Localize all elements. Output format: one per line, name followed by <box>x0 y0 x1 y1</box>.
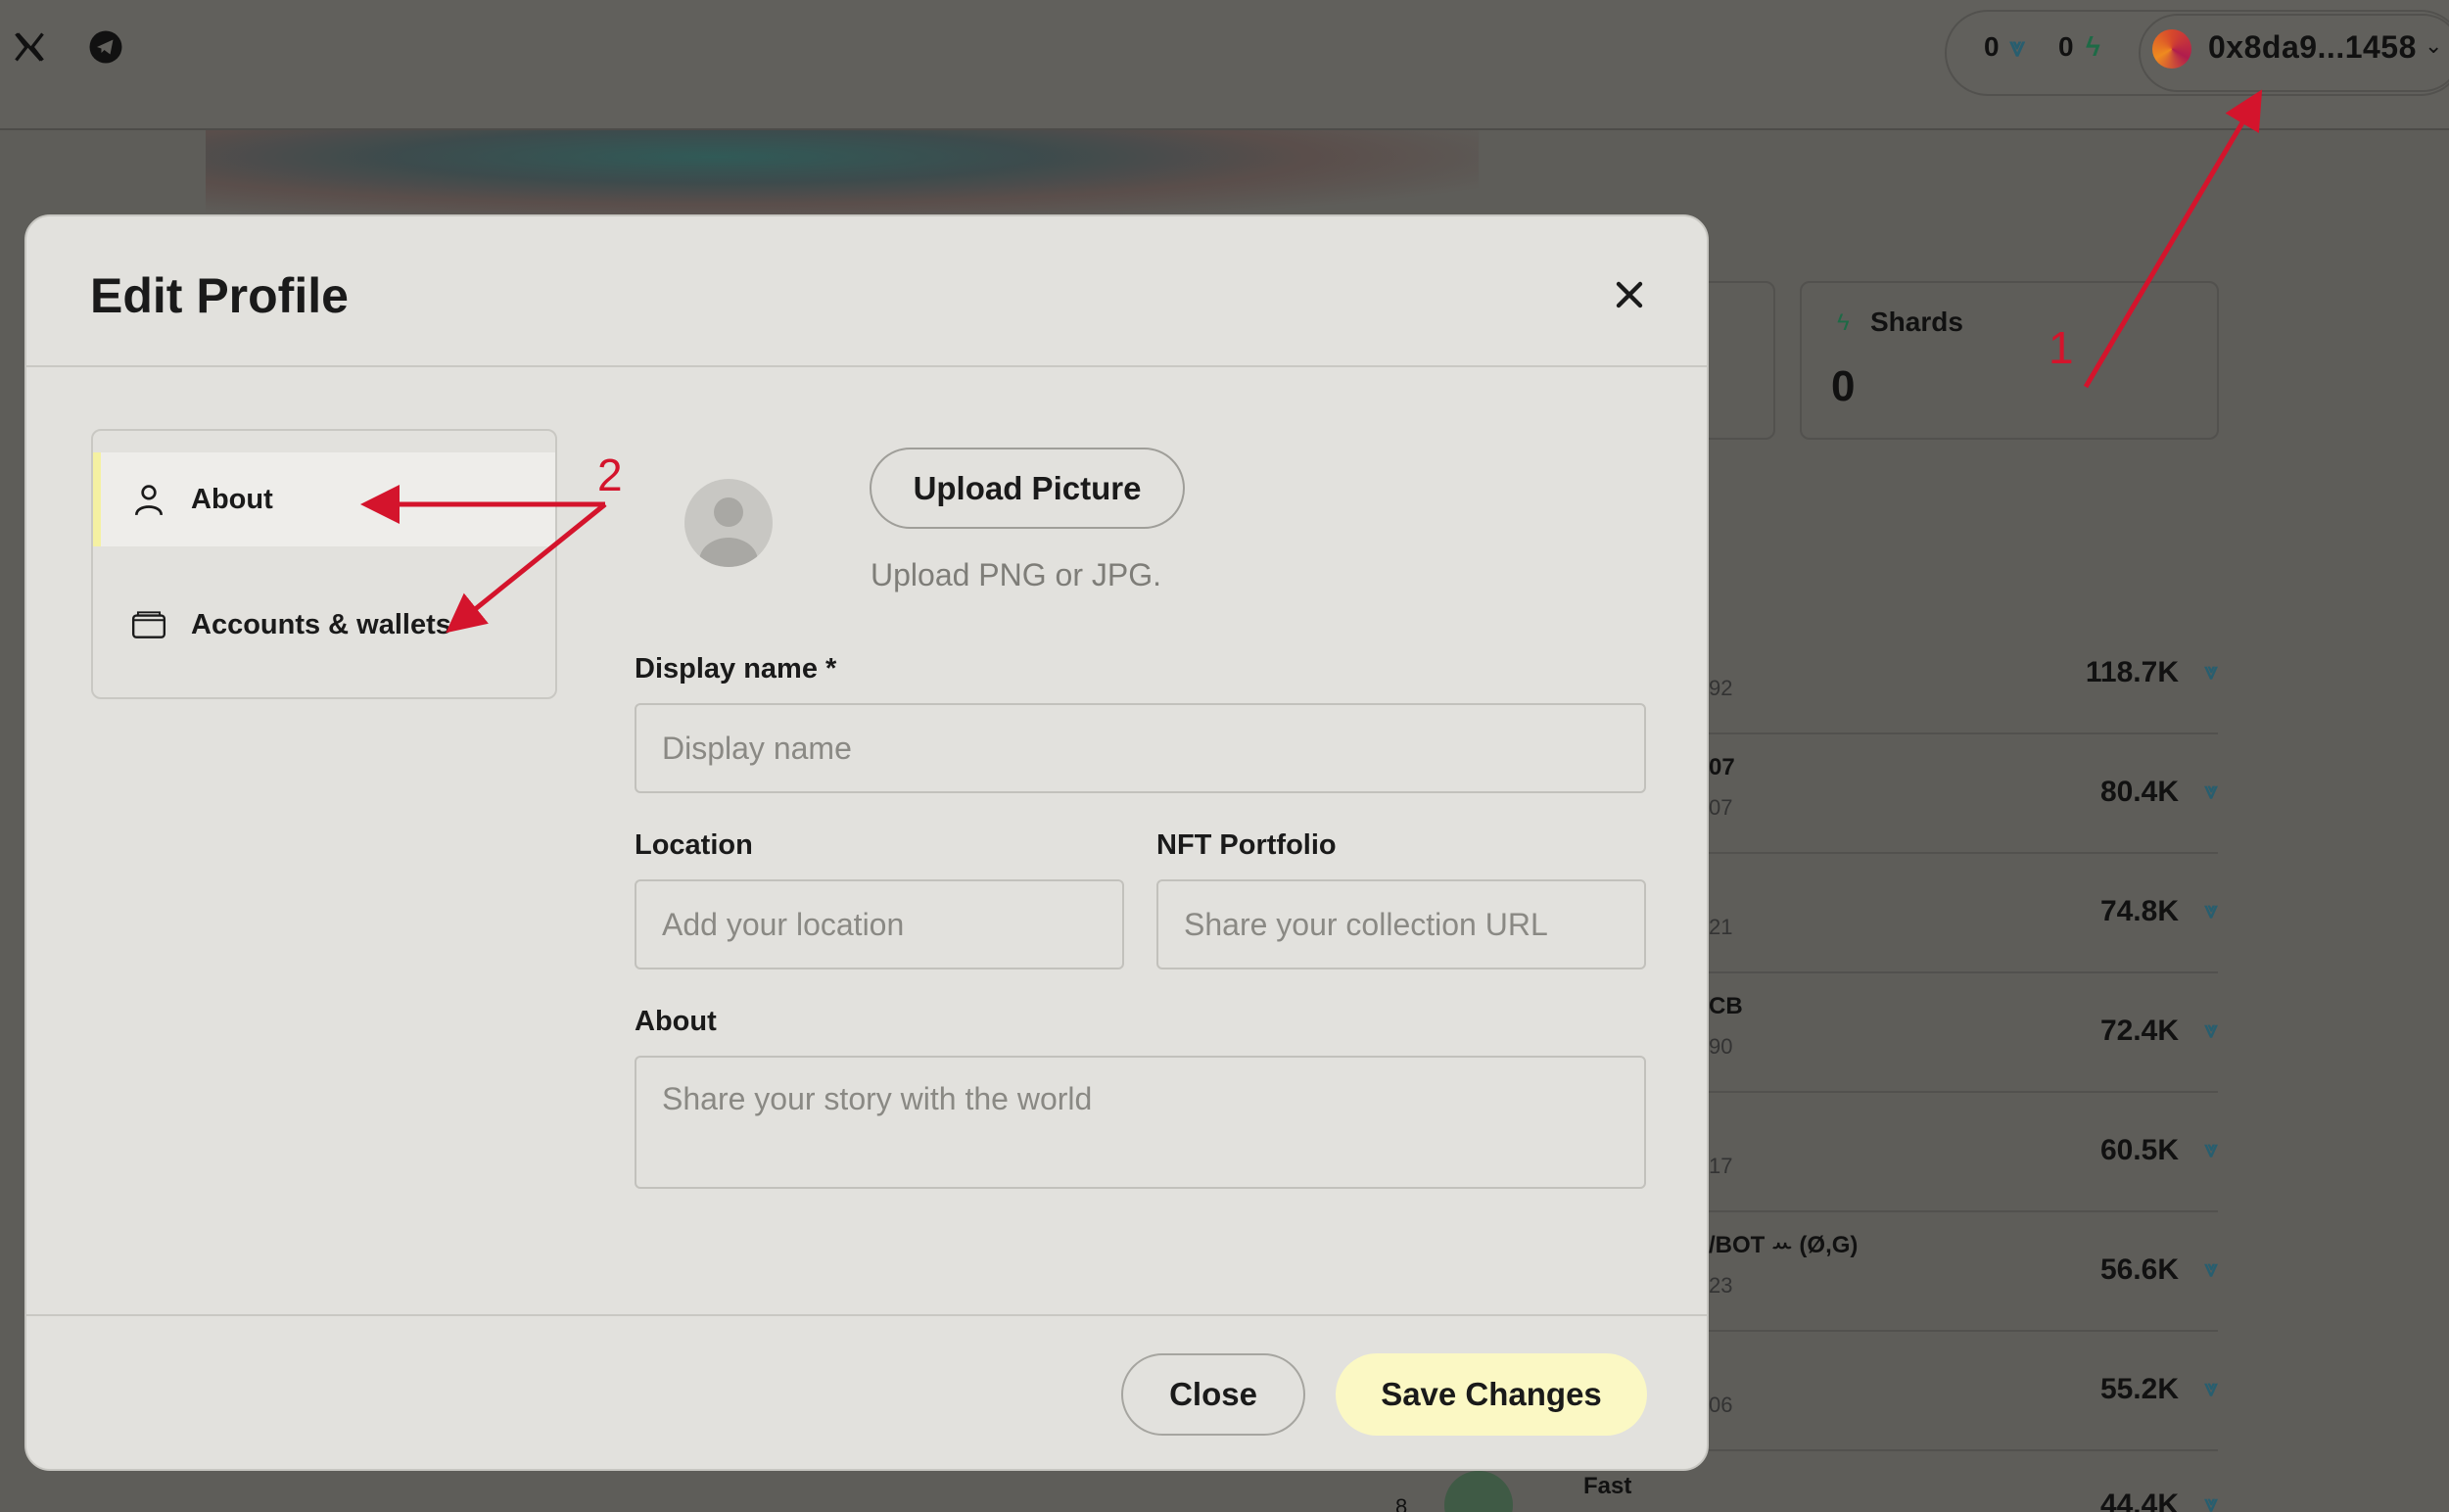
close-button[interactable]: Close <box>1121 1353 1305 1436</box>
token-icon: ⩔ <box>2204 1255 2218 1282</box>
upload-picture-button[interactable]: Upload Picture <box>870 448 1185 529</box>
row-value: 74.8K <box>2099 895 2179 927</box>
wallet-address: 0x8da9...1458 <box>2208 29 2417 65</box>
about-label: About <box>635 1006 717 1037</box>
display-name-label: Display name * <box>635 653 837 685</box>
leaderboard-row[interactable]: 06 55.2K ⩔ <box>1709 1332 2218 1451</box>
save-changes-button[interactable]: Save Changes <box>1336 1353 1647 1436</box>
wallet-avatar <box>2152 29 2191 69</box>
leaderboard-row[interactable]: 07 07 80.4K ⩔ <box>1709 734 2218 854</box>
close-icon[interactable] <box>1608 273 1651 316</box>
row-sub: 07 <box>1709 795 1733 820</box>
row-name: CB <box>1709 993 1743 1019</box>
row-value: 55.2K <box>2099 1373 2179 1405</box>
nav-item-about[interactable]: About <box>93 452 555 546</box>
row-value: 60.5K <box>2099 1134 2179 1166</box>
avatar <box>1444 1471 1513 1512</box>
shard-icon: ϟ <box>1837 309 1850 336</box>
token-icon: ⩔ <box>2204 1016 2218 1043</box>
nav-label: About <box>191 484 273 515</box>
display-name-input[interactable] <box>635 703 1646 793</box>
token-icon: ⩔ <box>2204 1490 2218 1512</box>
row-value: 118.7K <box>2085 656 2179 688</box>
telegram-icon[interactable] <box>88 29 123 65</box>
leaderboard-row[interactable]: 8 Fast 44.4K ⩔ <box>1395 1451 2218 1512</box>
edit-profile-modal: Edit Profile About Accounts & wallets Up… <box>24 214 1709 1471</box>
row-sub: 90 <box>1709 1034 1733 1059</box>
leaderboard-row[interactable]: 21 74.8K ⩔ <box>1709 854 2218 973</box>
nav-item-accounts-wallets[interactable]: Accounts & wallets <box>93 578 555 672</box>
leaderboard-row[interactable]: CB 90 72.4K ⩔ <box>1709 973 2218 1093</box>
avatar-placeholder <box>684 479 773 567</box>
token-icon: ⩔ <box>2204 658 2218 685</box>
row-value: 56.6K <box>2099 1253 2179 1286</box>
upload-hint: Upload PNG or JPG. <box>871 557 1161 592</box>
row-name: Fast <box>1583 1473 1632 1499</box>
leaderboard-row[interactable]: 17 60.5K ⩔ <box>1709 1093 2218 1212</box>
profile-sidenav: About Accounts & wallets <box>91 429 557 699</box>
row-value: 72.4K <box>2099 1015 2179 1047</box>
shards-card <box>1800 281 2219 440</box>
row-name: /BOT ꕀ (Ø,G) <box>1709 1232 1859 1258</box>
row-value: 80.4K <box>2099 776 2179 808</box>
about-textarea[interactable] <box>635 1056 1646 1189</box>
row-sub: 23 <box>1709 1273 1733 1298</box>
user-icon <box>699 497 758 567</box>
user-icon <box>134 485 164 516</box>
x-logo-icon[interactable] <box>12 29 47 65</box>
shards-value: 0 <box>1831 362 1856 410</box>
token-icon: ⩔ <box>2204 778 2218 804</box>
row-sub: 92 <box>1709 676 1733 700</box>
profile-banner <box>206 130 1479 218</box>
shard-icon: ϟ <box>2086 31 2100 62</box>
modal-title: Edit Profile <box>90 268 349 323</box>
token-count: 0 <box>1984 31 2000 62</box>
annotation-marker-2: 2 <box>597 449 623 500</box>
leaderboard-row[interactable]: /BOT ꕀ (Ø,G) 23 56.6K ⩔ <box>1709 1212 2218 1332</box>
row-name: 07 <box>1709 754 1735 780</box>
modal-header: Edit Profile <box>26 216 1707 367</box>
row-sub: 17 <box>1709 1154 1733 1178</box>
nft-portfolio-label: NFT Portfolio <box>1156 829 1337 861</box>
row-rank: 8 <box>1395 1494 1408 1512</box>
leaderboard-row[interactable]: 92 118.7K ⩔ <box>1709 615 2218 734</box>
nft-portfolio-input[interactable] <box>1156 879 1646 969</box>
token-icon: ⩔ <box>2009 31 2025 62</box>
row-value: 44.4K <box>2099 1488 2179 1512</box>
row-sub: 21 <box>1709 915 1733 939</box>
wallet-icon <box>131 611 166 638</box>
token-icon: ⩔ <box>2204 1375 2218 1401</box>
annotation-marker-1: 1 <box>2049 322 2074 373</box>
token-icon: ⩔ <box>2204 1136 2218 1162</box>
row-sub: 06 <box>1709 1393 1733 1417</box>
nav-label: Accounts & wallets <box>191 609 451 640</box>
chevron-down-icon[interactable]: ⌄ <box>2425 33 2442 59</box>
shard-count: 0 <box>2058 31 2074 62</box>
token-icon: ⩔ <box>2204 897 2218 923</box>
location-label: Location <box>635 829 753 861</box>
location-input[interactable] <box>635 879 1124 969</box>
shards-label: Shards <box>1870 307 1963 337</box>
